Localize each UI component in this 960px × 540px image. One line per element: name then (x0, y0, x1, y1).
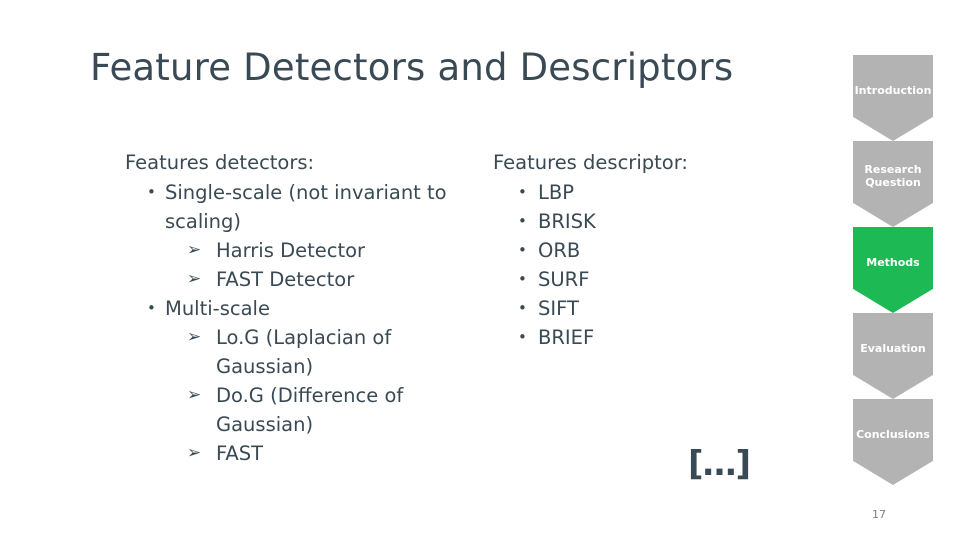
list-item: • Single-scale (not invariant to scaling… (125, 178, 475, 294)
page-title: Feature Detectors and Descriptors (90, 46, 734, 89)
list-item: • SURF (493, 265, 793, 294)
bullet-icon: • (147, 183, 156, 201)
nav-item-label: Methods (866, 255, 920, 269)
list-item-text: FAST Detector (216, 268, 355, 291)
list-item: • SIFT (493, 294, 793, 323)
continuation-ellipsis: […] (688, 444, 751, 484)
bullet-icon: • (518, 183, 527, 201)
right-column-heading: Features descriptor: (493, 151, 688, 174)
sublist-wrapper: ➢ Lo.G (Laplacian of Gaussian) ➢ Do.G (D… (165, 323, 475, 468)
list-item: ➢ Do.G (Difference of Gaussian) (187, 381, 475, 439)
bullet-icon: • (518, 241, 527, 259)
nav-item-conclusions[interactable]: Conclusions (853, 399, 933, 485)
nav-item-label: Introduction (854, 83, 932, 97)
list-item: • LBP (493, 178, 793, 207)
arrow-bullet-icon: ➢ (187, 240, 202, 260)
list-item: ➢ FAST (187, 439, 475, 468)
list-item-text: Do.G (Difference of Gaussian) (216, 384, 404, 436)
list-item: • Multi-scale ➢ Lo.G (Laplacian of Gauss… (125, 294, 475, 468)
arrow-bullet-icon: ➢ (187, 269, 202, 289)
list-item: ➢ Harris Detector (187, 236, 475, 265)
right-column: Features descriptor: • LBP • BRISK • ORB… (493, 148, 793, 352)
list-item-text: Multi-scale (165, 297, 270, 320)
list-item-text: Single-scale (not invariant to scaling) (165, 181, 447, 233)
list-item-text: ORB (538, 239, 581, 262)
list-item: • BRISK (493, 207, 793, 236)
nav-item-evaluation[interactable]: Evaluation (853, 313, 933, 399)
list-item-text: Harris Detector (216, 239, 366, 262)
page-number: 17 (872, 508, 886, 521)
slide: Feature Detectors and Descriptors Featur… (0, 0, 960, 540)
sublist-wrapper: ➢ Harris Detector ➢ FAST Detector (165, 236, 475, 294)
detectors-list: • Single-scale (not invariant to scaling… (125, 178, 475, 468)
nav-item-label: Evaluation (860, 341, 926, 355)
sublist: ➢ Lo.G (Laplacian of Gaussian) ➢ Do.G (D… (187, 323, 475, 468)
left-column-heading: Features detectors: (125, 151, 315, 174)
bullet-icon: • (518, 328, 527, 346)
nav-item-label: Conclusions (856, 427, 930, 441)
arrow-bullet-icon: ➢ (187, 327, 202, 347)
list-item: • ORB (493, 236, 793, 265)
list-item: • BRIEF (493, 323, 793, 352)
sublist: ➢ Harris Detector ➢ FAST Detector (187, 236, 475, 294)
bullet-icon: • (518, 270, 527, 288)
list-item-text: SIFT (538, 297, 579, 320)
list-item-text: LBP (538, 181, 575, 204)
nav-item-methods[interactable]: Methods (853, 227, 933, 313)
list-item-text: BRIEF (538, 326, 595, 349)
arrow-bullet-icon: ➢ (187, 385, 202, 405)
section-navigation: Introduction Research Question Methods E… (853, 55, 933, 485)
descriptors-list: • LBP • BRISK • ORB • SURF • SIFT • BRIE… (493, 178, 793, 352)
list-item: ➢ Lo.G (Laplacian of Gaussian) (187, 323, 475, 381)
bullet-icon: • (518, 212, 527, 230)
left-column: Features detectors: • Single-scale (not … (125, 148, 475, 468)
arrow-bullet-icon: ➢ (187, 443, 202, 463)
bullet-icon: • (147, 299, 156, 317)
list-item-text: BRISK (538, 210, 596, 233)
list-item-text: FAST (216, 442, 264, 465)
nav-item-label: Research Question (864, 163, 922, 189)
nav-item-introduction[interactable]: Introduction (853, 55, 933, 141)
list-item-text: SURF (538, 268, 590, 291)
bullet-icon: • (518, 299, 527, 317)
list-item: ➢ FAST Detector (187, 265, 475, 294)
nav-item-research-question[interactable]: Research Question (853, 141, 933, 227)
list-item-text: Lo.G (Laplacian of Gaussian) (216, 326, 392, 378)
